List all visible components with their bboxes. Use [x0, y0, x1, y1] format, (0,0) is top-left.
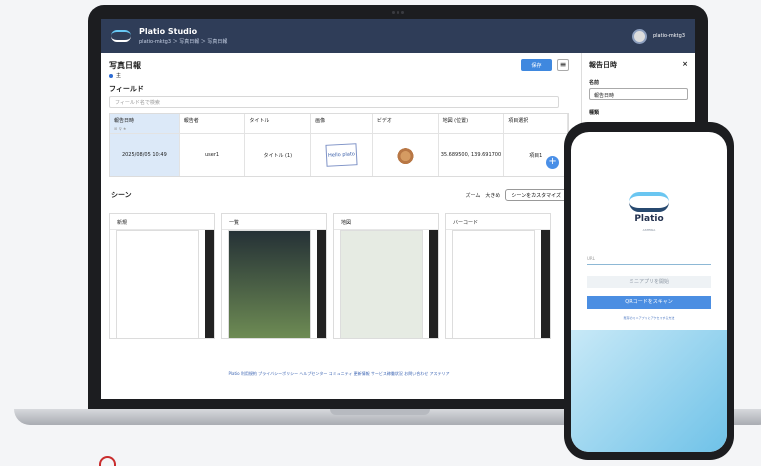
avatar[interactable]: [631, 28, 647, 44]
platio-phone-logo-icon: [629, 192, 669, 212]
status-line: 主: [109, 72, 569, 79]
column-date[interactable]: 報告日時 ⊞ ♀ ★: [110, 114, 180, 133]
column-title[interactable]: タイトル: [245, 114, 312, 133]
status-dot: [109, 73, 113, 78]
fields-title: フィールド: [109, 85, 144, 93]
column-label: 報告者: [183, 118, 199, 124]
scene-card-title: 新規: [110, 214, 214, 230]
zoom-label: ズーム: [465, 192, 481, 199]
table-cell[interactable]: タイトル (1): [245, 133, 312, 176]
customize-scenes-button[interactable]: シーンをカスタマイズ: [505, 189, 567, 201]
laptop-notch: [330, 409, 430, 415]
column-label: 項目選択: [508, 118, 529, 124]
name-label: 名前: [589, 80, 600, 86]
scene-card-title: 地図: [334, 214, 438, 230]
choice-cell[interactable]: 項目1 +: [504, 133, 568, 176]
column-reporter[interactable]: 報告者: [179, 114, 246, 133]
fields-table: 報告日時 ⊞ ♀ ★ 報告者 タイトル 画像 ビデオ 地図 (位置) 項目選択 2…: [109, 113, 569, 177]
phone-brand: Platio: [634, 214, 664, 224]
close-icon[interactable]: ×: [682, 60, 688, 70]
help-link[interactable]: 既存のミニアプリにアクセスする方法: [571, 316, 727, 320]
scene-card-title: 一覧: [222, 214, 326, 230]
column-map[interactable]: 地図 (位置): [438, 114, 505, 133]
dog-image: [389, 144, 421, 166]
choice-value: 項目1: [529, 152, 543, 159]
zoom-controls: ズーム 大きめ シーンをカスタマイズ: [466, 189, 567, 201]
top-bar: Platio Studio platio-mktg3 ＞ 写真日報 ＞ 写真日報…: [101, 19, 695, 53]
scene-rail: [541, 230, 550, 338]
breadcrumb: platio-mktg3 ＞ 写真日報 ＞ 写真日報: [139, 39, 228, 45]
panel-header: 報告日時 ×: [589, 60, 688, 70]
menu-button[interactable]: ≡: [557, 59, 569, 71]
phone-screen: Platio ASTERIA URL ミニアプリを開始 QRコードをスキャン 既…: [571, 132, 727, 452]
user-name[interactable]: platio-mktg3: [653, 33, 685, 39]
scene-rail: [429, 230, 438, 338]
panel-title: 報告日時: [589, 61, 617, 69]
column-label: タイトル: [249, 118, 270, 124]
table-cell[interactable]: 2025/08/05 10:49: [110, 133, 180, 176]
column-label: 報告日時: [114, 118, 135, 124]
scene-rail: [317, 230, 326, 338]
user-menu[interactable]: platio-mktg3: [631, 28, 685, 44]
add-icon[interactable]: +: [546, 156, 560, 169]
phone-subbrand: ASTERIA: [642, 228, 656, 232]
platio-logo-icon: [111, 30, 131, 42]
map-preview: [340, 230, 423, 338]
barcode-preview: [452, 230, 535, 338]
table-cell[interactable]: 35.689500, 139.691700: [438, 133, 505, 176]
field-search-input[interactable]: フィールド名で検索: [109, 96, 559, 108]
scene-title: シーン: [111, 191, 132, 199]
smartphone: Platio ASTERIA URL ミニアプリを開始 QRコードをスキャン 既…: [564, 122, 734, 460]
table-header: 報告日時 ⊞ ♀ ★ 報告者 タイトル 画像 ビデオ 地図 (位置) 項目選択: [110, 114, 568, 133]
phone-background: [571, 330, 727, 452]
start-mini-app-button[interactable]: ミニアプリを開始: [587, 276, 711, 288]
type-label: 種類: [589, 110, 600, 116]
scene-card-new[interactable]: 新規: [109, 213, 215, 339]
scene-cards: 新規 一覧 地図 バーコード: [101, 213, 577, 350]
scene-card-list[interactable]: 一覧: [221, 213, 327, 339]
url-field[interactable]: URL: [587, 256, 711, 265]
scene-preview: [116, 230, 199, 338]
column-label: 地図 (位置): [442, 118, 469, 124]
name-field[interactable]: 報告日時: [589, 88, 688, 100]
scene-card-map[interactable]: 地図: [333, 213, 439, 339]
save-button[interactable]: 保存: [521, 59, 552, 71]
page-title: 写真日報: [109, 60, 141, 70]
scene-rail: [205, 230, 214, 338]
scene-header: シーン ズーム 大きめ シーンをカスタマイズ: [101, 183, 577, 207]
image-cell[interactable]: Hello plato: [311, 133, 373, 176]
table-cell[interactable]: user1: [179, 133, 246, 176]
column-image[interactable]: 画像: [311, 114, 373, 133]
brand: Platio Studio platio-mktg3 ＞ 写真日報 ＞ 写真日報: [139, 27, 227, 45]
zoom-select[interactable]: 大きめ: [485, 192, 500, 199]
red-logo-icon: [99, 456, 116, 466]
column-label: ビデオ: [376, 118, 392, 124]
scene-card-barcode[interactable]: バーコード: [445, 213, 551, 339]
column-choice[interactable]: 項目選択: [504, 114, 568, 133]
hello-plato-image: Hello plato: [325, 143, 358, 167]
status-text: 主: [116, 73, 122, 79]
video-cell[interactable]: [372, 133, 439, 176]
table-row: 2025/08/05 10:49 user1 タイトル (1) Hello pl…: [110, 133, 568, 176]
scene-card-title: バーコード: [446, 214, 550, 230]
footer-links[interactable]: Platio 利用規約 プライバシーポリシー ヘルプセンター コミュニティ 更新…: [101, 371, 577, 383]
scene-preview: [228, 230, 311, 338]
scan-qr-button[interactable]: QRコードをスキャン: [587, 296, 711, 309]
app-title: Platio Studio: [139, 27, 198, 36]
column-label: 画像: [315, 118, 326, 124]
column-video[interactable]: ビデオ: [372, 114, 439, 133]
camera: [392, 11, 405, 15]
column-meta: ⊞ ♀ ★: [114, 126, 127, 131]
